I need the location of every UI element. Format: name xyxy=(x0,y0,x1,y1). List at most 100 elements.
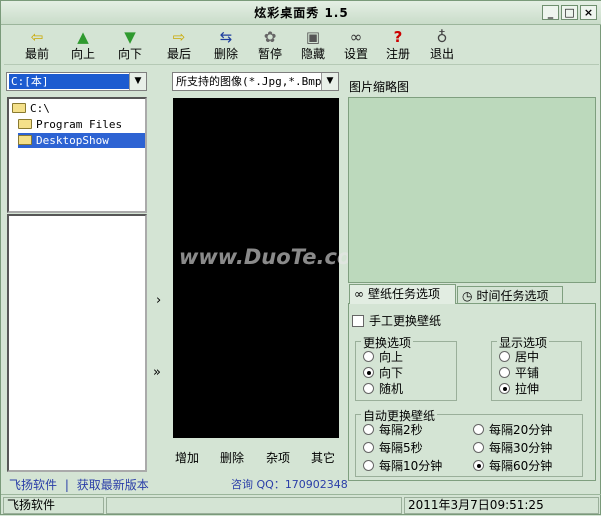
radio-icon xyxy=(363,351,374,362)
display-option-stretch[interactable]: 拉伸 xyxy=(499,381,539,397)
tab-panel: 手工更换壁纸 更换选项 向上 向下 随机 显示选项 居中 平铺 拉伸 自动更换壁… xyxy=(348,303,596,481)
radio-icon xyxy=(363,383,374,394)
change-option-up[interactable]: 向上 xyxy=(363,349,403,365)
thumbnail-label: 图片缩略图 xyxy=(349,80,410,94)
radio-icon xyxy=(499,367,510,378)
pause-flower-icon: ✿ xyxy=(263,28,277,46)
consult-qq: 咨询 QQ：170902348 xyxy=(231,478,348,491)
display-option-tile[interactable]: 平铺 xyxy=(499,365,539,381)
chevron-down-icon[interactable]: ▼ xyxy=(129,73,146,90)
interval-5s[interactable]: 每隔5秒 xyxy=(363,440,423,456)
interval-30min[interactable]: 每隔30分钟 xyxy=(473,440,552,456)
toolbar: ⇦ 最前 ▲ 向上 ▼ 向下 ⇨ 最后 ⇆ 删除 ✿ 暂停 ▣ 隐藏 ∞ 设置 xyxy=(4,27,599,65)
up-button-label: 向上 xyxy=(70,47,95,61)
help-question-icon: ? xyxy=(393,28,403,46)
register-button-label: 注册 xyxy=(385,47,410,61)
delete-button-label: 删除 xyxy=(213,47,238,61)
drive-select-value: C:[本] xyxy=(9,74,129,89)
glasses-icon: ∞ xyxy=(354,287,364,301)
image-file-list[interactable] xyxy=(7,214,147,472)
manual-change-checkbox[interactable]: 手工更换壁纸 xyxy=(352,313,441,329)
radio-icon xyxy=(363,442,374,453)
change-option-down[interactable]: 向下 xyxy=(363,365,403,381)
first-button-label: 最前 xyxy=(24,47,49,61)
delete-action[interactable]: 删除 xyxy=(220,449,244,466)
status-bar: 飞扬软件 2011年3月7日09:51:25 xyxy=(1,494,601,516)
auto-change-group: 自动更换壁纸 每隔2秒 每隔20分钟 每隔5秒 每隔30分钟 每隔10分钟 每隔… xyxy=(355,407,583,477)
radio-selected-icon xyxy=(499,383,510,394)
folder-icon xyxy=(18,119,32,129)
minimize-button[interactable]: _ xyxy=(542,5,559,20)
register-button[interactable]: ? 注册 xyxy=(377,27,419,65)
pause-button[interactable]: ✿ 暂停 xyxy=(249,27,291,65)
vendor-link[interactable]: 飞扬软件 xyxy=(9,478,57,492)
drive-select[interactable]: C:[本] ▼ xyxy=(6,72,147,91)
first-button[interactable]: ⇦ 最前 xyxy=(16,27,58,65)
app-window: 炫彩桌面秀 1.5 _ □ × ⇦ 最前 ▲ 向上 ▼ 向下 ⇨ 最后 ⇆ 删除… xyxy=(0,0,601,515)
up-button[interactable]: ▲ 向上 xyxy=(62,27,104,65)
watermark-text: www.DuoTe.com xyxy=(179,245,374,269)
folder-icon xyxy=(12,103,26,113)
change-option-random[interactable]: 随机 xyxy=(363,381,403,397)
tree-node-drive[interactable]: C:\ xyxy=(12,101,50,116)
add-single-arrow[interactable]: › xyxy=(156,293,161,308)
update-link[interactable]: 获取最新版本 xyxy=(77,478,149,492)
exit-button[interactable]: ♁ 退出 xyxy=(421,27,463,65)
radio-icon xyxy=(473,424,484,435)
chevron-down-icon[interactable]: ▼ xyxy=(321,73,338,90)
tree-node-desktopshow[interactable]: DesktopShow xyxy=(18,133,145,148)
exit-button-label: 退出 xyxy=(429,47,454,61)
arrow-left-icon: ⇦ xyxy=(30,28,44,46)
interval-20min[interactable]: 每隔20分钟 xyxy=(473,422,552,438)
folder-open-icon xyxy=(18,135,32,145)
interval-60min[interactable]: 每隔60分钟 xyxy=(473,458,552,474)
interval-2s[interactable]: 每隔2秒 xyxy=(363,422,423,438)
settings-button[interactable]: ∞ 设置 xyxy=(335,27,377,65)
status-message xyxy=(106,497,402,514)
close-button[interactable]: × xyxy=(580,5,597,20)
arrow-right-icon: ⇨ xyxy=(172,28,186,46)
last-button[interactable]: ⇨ 最后 xyxy=(158,27,200,65)
tab-wallpaper-tasks[interactable]: ∞ 壁纸任务选项 xyxy=(349,284,456,304)
radio-icon xyxy=(473,442,484,453)
add-all-arrow[interactable]: » xyxy=(153,365,161,380)
delete-button[interactable]: ⇆ 删除 xyxy=(205,27,247,65)
settings-button-label: 设置 xyxy=(343,47,368,61)
interval-10min[interactable]: 每隔10分钟 xyxy=(363,458,442,474)
display-options-group: 显示选项 居中 平铺 拉伸 xyxy=(491,334,582,401)
other-action[interactable]: 其它 xyxy=(311,449,335,466)
file-type-filter-value: 所支持的图像(*.Jpg,*.Bmp xyxy=(176,75,321,88)
clock-icon: ◷ xyxy=(462,289,473,303)
links-separator: | xyxy=(64,478,69,492)
down-button[interactable]: ▼ 向下 xyxy=(109,27,151,65)
maximize-button[interactable]: □ xyxy=(561,5,578,20)
tree-node-program-files[interactable]: Program Files xyxy=(18,117,122,132)
left-links: 飞扬软件 | 获取最新版本 xyxy=(9,476,149,493)
down-button-label: 向下 xyxy=(117,47,142,61)
hide-button-label: 隐藏 xyxy=(300,47,325,61)
change-options-group: 更换选项 向上 向下 随机 xyxy=(355,334,457,401)
hide-window-icon: ▣ xyxy=(305,28,321,46)
radio-icon xyxy=(363,424,374,435)
radio-icon xyxy=(363,460,374,471)
radio-selected-icon xyxy=(473,460,484,471)
display-option-center[interactable]: 居中 xyxy=(499,349,539,365)
file-type-filter[interactable]: 所支持的图像(*.Jpg,*.Bmp ▼ xyxy=(172,72,339,91)
pause-button-label: 暂停 xyxy=(257,47,282,61)
delete-arrows-icon: ⇆ xyxy=(219,28,233,46)
folder-tree[interactable]: C:\ Program Files DesktopShow xyxy=(7,97,147,213)
tab-time-tasks[interactable]: ◷ 时间任务选项 xyxy=(457,286,563,304)
last-button-label: 最后 xyxy=(166,47,191,61)
title-bar: 炫彩桌面秀 1.5 _ □ × xyxy=(1,1,601,25)
status-datetime: 2011年3月7日09:51:25 xyxy=(404,497,599,514)
status-vendor: 飞扬软件 xyxy=(3,497,104,514)
thumbnail-area xyxy=(348,97,596,283)
radio-icon xyxy=(499,351,510,362)
misc-action[interactable]: 杂项 xyxy=(266,449,290,466)
add-action[interactable]: 增加 xyxy=(175,449,199,466)
settings-icon: ∞ xyxy=(349,28,363,46)
exit-icon: ♁ xyxy=(436,28,448,46)
checkbox-box xyxy=(352,315,364,327)
window-title: 炫彩桌面秀 1.5 xyxy=(254,6,349,20)
hide-button[interactable]: ▣ 隐藏 xyxy=(292,27,334,65)
